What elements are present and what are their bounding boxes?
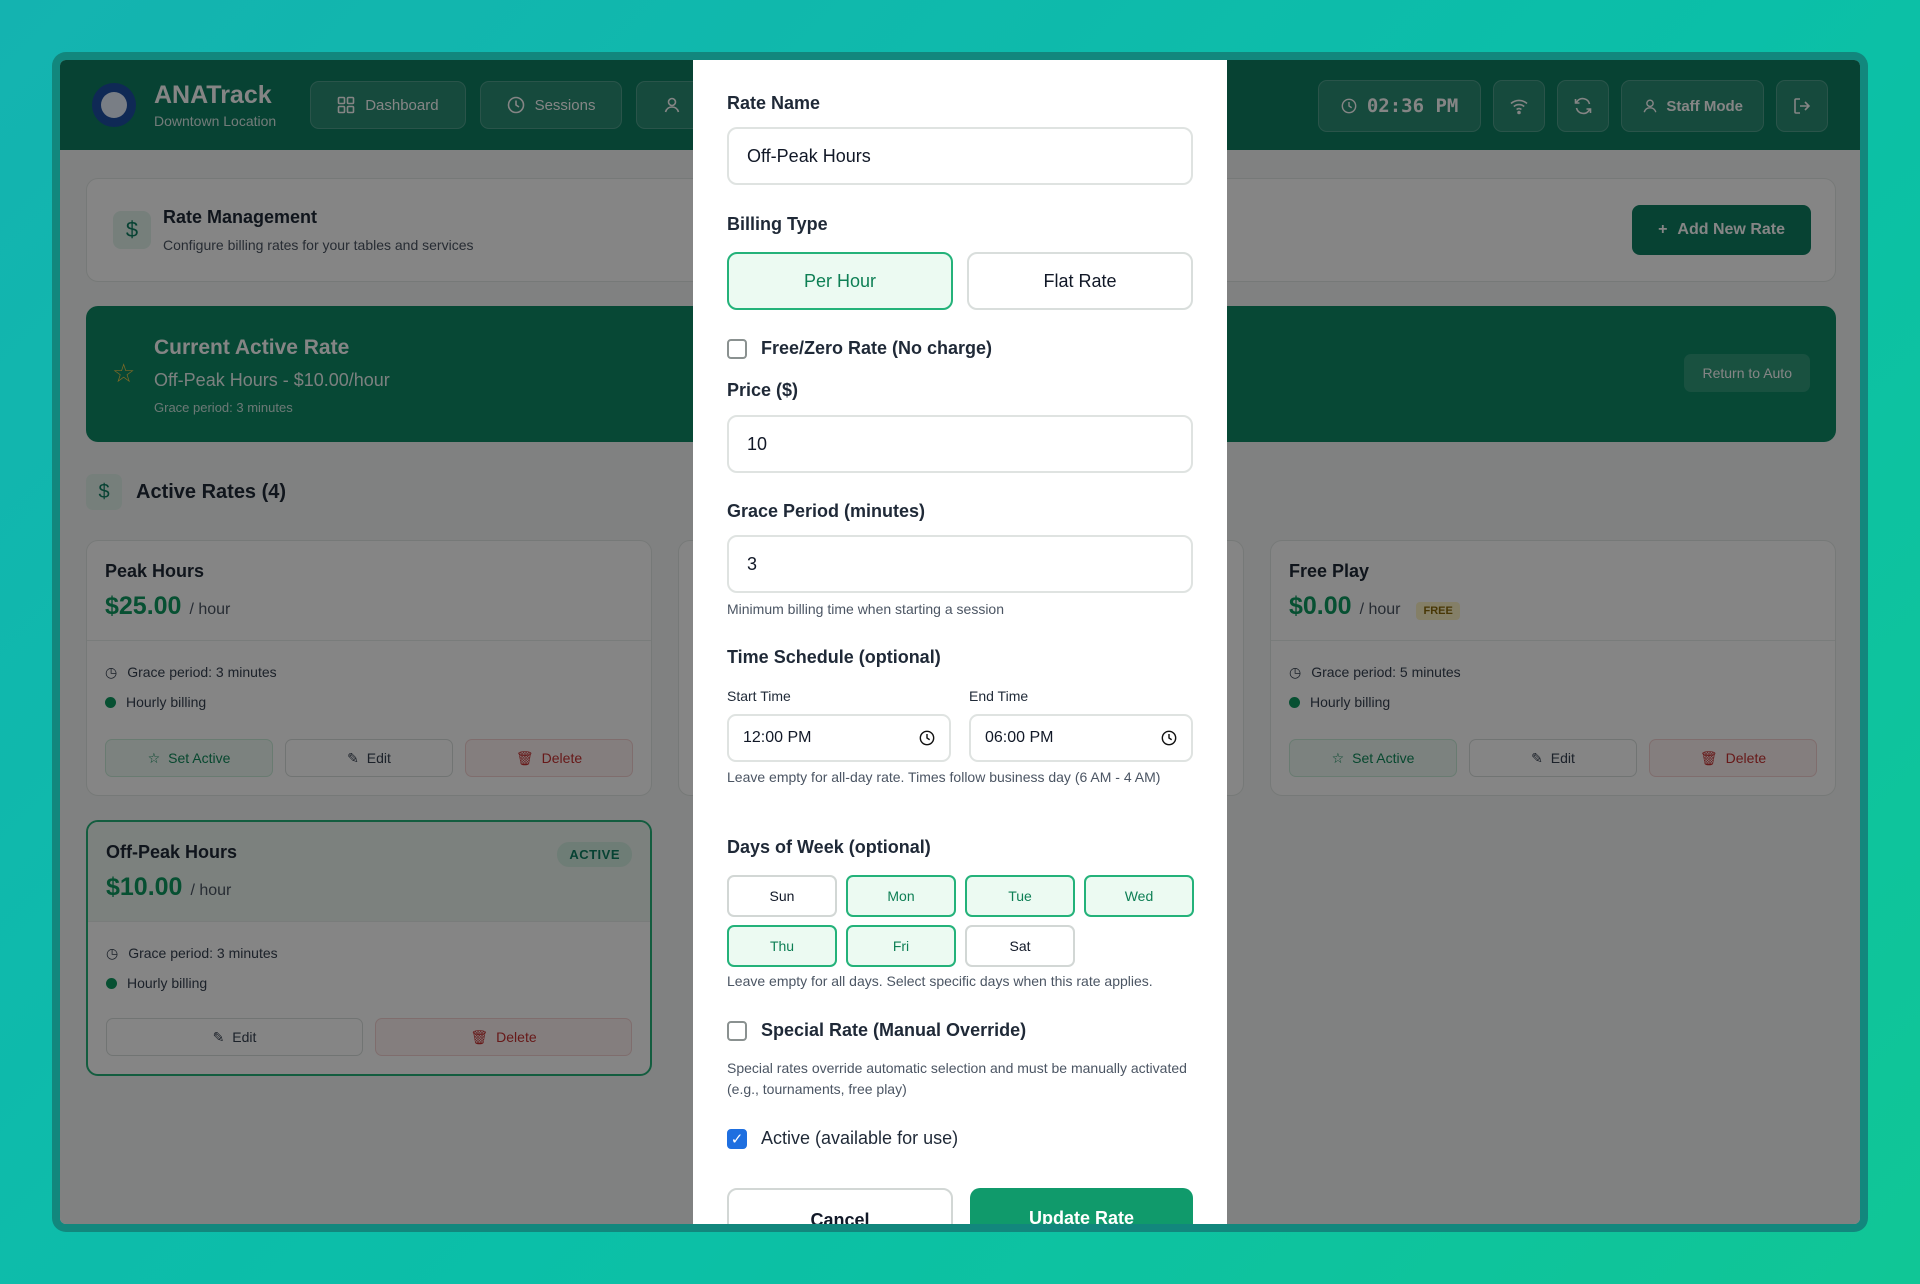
start-time-input[interactable]: 12:00 PM [727, 714, 951, 762]
active-checkbox[interactable]: ✓ [727, 1128, 747, 1149]
price-label: Price ($) [727, 380, 799, 400]
rate-name-input[interactable]: Off-Peak Hours [727, 127, 1193, 185]
day-mon[interactable]: Mon [846, 875, 956, 917]
day-tue[interactable]: Tue [965, 875, 1075, 917]
cancel-button[interactable]: Cancel [727, 1188, 953, 1224]
billing-type-toggle: Per Hour Flat Rate [727, 252, 1193, 310]
end-time-label: End Time [969, 688, 1029, 704]
day-sun[interactable]: Sun [727, 875, 837, 917]
end-time-value: 06:00 PM [985, 729, 1054, 746]
free-rate-row: Free/Zero Rate (No charge) [727, 338, 992, 359]
special-rate-checkbox[interactable] [727, 1020, 747, 1041]
day-thu[interactable]: Thu [727, 925, 837, 967]
active-row: ✓ Active (available for use) [727, 1128, 958, 1149]
days-hint: Leave empty for all days. Select specifi… [727, 973, 1153, 989]
start-time-label: Start Time [727, 688, 791, 704]
active-label: Active (available for use) [761, 1128, 959, 1148]
special-rate-row: Special Rate (Manual Override) [727, 1020, 1026, 1041]
billing-per-hour-option[interactable]: Per Hour [727, 252, 953, 310]
price-input[interactable]: 10 [727, 415, 1193, 473]
grace-period-hint: Minimum billing time when starting a ses… [727, 601, 1004, 617]
check-icon: ✓ [730, 1130, 744, 1148]
edit-rate-modal: Rate Name Off-Peak Hours Billing Type Pe… [693, 60, 1227, 1224]
billing-flat-rate-option[interactable]: Flat Rate [967, 252, 1193, 310]
day-fri[interactable]: Fri [846, 925, 956, 967]
time-schedule-label: Time Schedule (optional) [727, 647, 941, 667]
update-rate-button[interactable]: Update Rate [970, 1188, 1193, 1224]
time-schedule-hint: Leave empty for all-day rate. Times foll… [727, 769, 1161, 785]
grace-period-input[interactable]: 3 [727, 535, 1193, 593]
free-rate-checkbox[interactable] [727, 338, 747, 359]
days-of-week-label: Days of Week (optional) [727, 837, 931, 857]
rate-name-label: Rate Name [727, 93, 821, 113]
start-time-value: 12:00 PM [743, 729, 812, 746]
clock-icon [919, 730, 935, 746]
end-time-input[interactable]: 06:00 PM [969, 714, 1193, 762]
grace-period-label: Grace Period (minutes) [727, 501, 926, 521]
special-rate-hint: Special rates override automatic selecti… [727, 1060, 1187, 1097]
free-rate-label: Free/Zero Rate (No charge) [761, 338, 993, 358]
day-wed[interactable]: Wed [1084, 875, 1194, 917]
clock-icon [1161, 730, 1177, 746]
billing-type-label: Billing Type [727, 214, 828, 234]
day-sat[interactable]: Sat [965, 925, 1075, 967]
special-rate-label: Special Rate (Manual Override) [761, 1020, 1027, 1040]
